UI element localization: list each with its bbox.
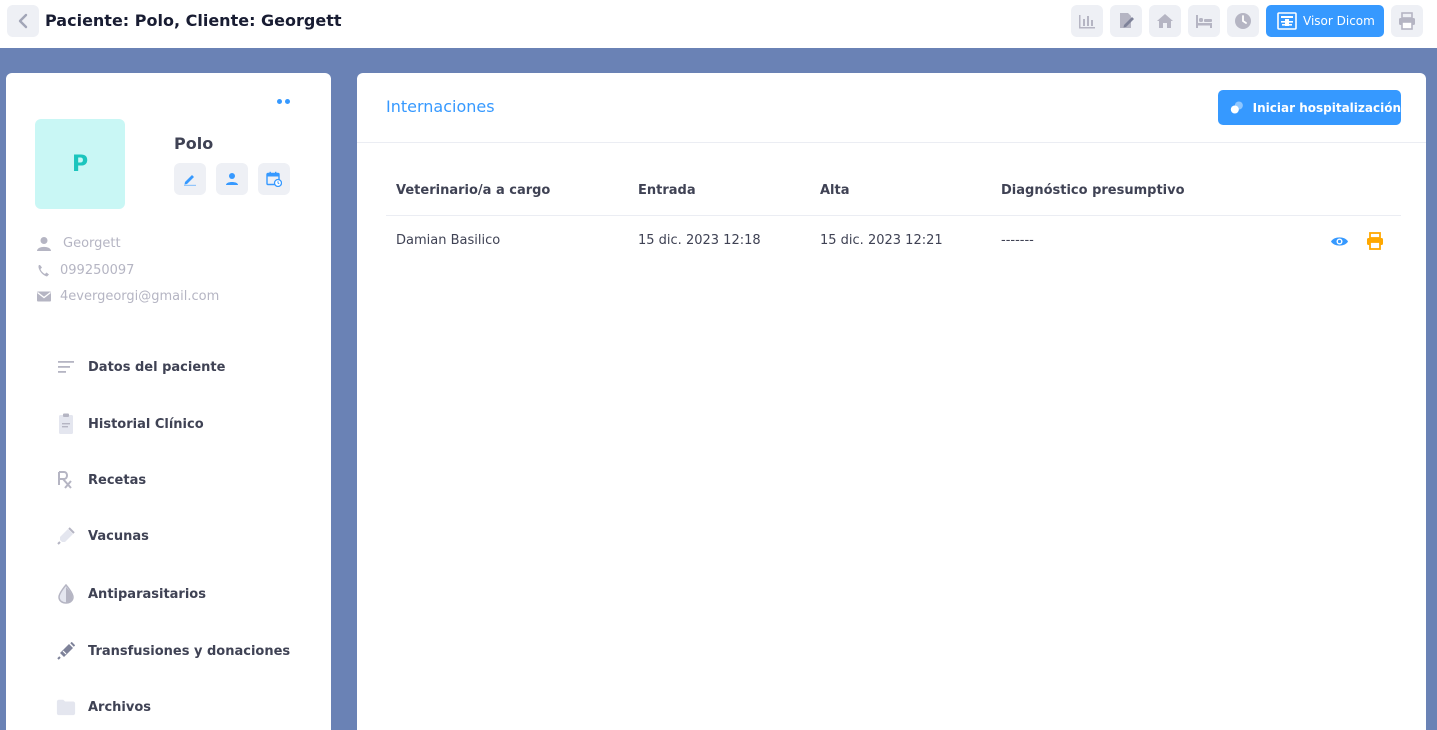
dicom-icon [1277, 12, 1297, 30]
start-hospitalization-button[interactable]: Iniciar hospitalización [1218, 90, 1401, 125]
phone-row: 099250097 [36, 263, 134, 278]
history-button[interactable] [1227, 5, 1259, 37]
mail-icon [37, 291, 51, 302]
chevron-left-icon [18, 13, 28, 29]
avatar: P [35, 119, 125, 209]
nav-item-label: Antiparasitarios [88, 586, 206, 602]
schedule-button[interactable] [258, 163, 290, 195]
print-icon [1399, 12, 1415, 30]
view-button[interactable] [1329, 232, 1349, 250]
bed-icon [1196, 15, 1212, 28]
card-title: Internaciones [386, 97, 495, 116]
dot-icon [285, 99, 290, 104]
print-icon [1367, 232, 1383, 250]
column-header-alta: Alta [820, 183, 850, 198]
drop-icon [56, 583, 76, 605]
calendar-clock-icon [266, 171, 282, 187]
print-row-button[interactable] [1365, 232, 1385, 250]
client-row: Georgett [36, 236, 121, 251]
top-bar: Paciente: Polo, Cliente: Georgett Visor … [0, 0, 1437, 48]
patient-name: Polo [174, 134, 214, 153]
phone-icon [38, 265, 49, 277]
patient-actions [174, 163, 290, 195]
divider [357, 142, 1426, 143]
divider [386, 215, 1401, 216]
nav-item-label: Archivos [88, 699, 152, 715]
column-header-entrada: Entrada [638, 183, 696, 198]
column-header-vet: Veterinario/a a cargo [396, 183, 551, 198]
nav-item-label: Vacunas [88, 528, 149, 544]
edit-document-button[interactable] [1110, 5, 1142, 37]
email-row: 4evergeorgi@gmail.com [36, 289, 219, 304]
toggle-icon [1230, 101, 1243, 114]
nav-item-label: Recetas [88, 472, 147, 488]
edit-patient-button[interactable] [174, 163, 206, 195]
back-button[interactable] [7, 5, 39, 37]
cell-vet: Damian Basilico [396, 233, 501, 248]
start-hospitalization-label: Iniciar hospitalización [1252, 100, 1401, 115]
hospitalizations-card: Internaciones Iniciar hospitalización Ve… [357, 73, 1426, 730]
nav-item-recetas[interactable]: Recetas [56, 469, 146, 491]
home-icon [1157, 14, 1173, 28]
chart-icon [1079, 15, 1095, 29]
clock-icon [1235, 13, 1251, 29]
nav-item-vacunas[interactable]: Vacunas [56, 525, 149, 547]
client-email: 4evergeorgi@gmail.com [60, 289, 220, 304]
user-icon [37, 237, 51, 251]
patient-card: P Polo Georgett 099250097 4evergeorgi@gm… [6, 73, 331, 730]
list-icon [56, 356, 76, 378]
more-options-button[interactable] [277, 99, 290, 104]
nav-item-label: Historial Clínico [88, 416, 204, 432]
nav-item-label: Datos del paciente [88, 359, 226, 375]
home-button[interactable] [1149, 5, 1181, 37]
nav-item-antiparasitarios[interactable]: Antiparasitarios [56, 583, 206, 605]
clipboard-icon [56, 413, 76, 435]
dicom-button-label: Visor Dicom [1303, 14, 1375, 28]
eye-icon [1330, 236, 1348, 246]
dicom-viewer-button[interactable]: Visor Dicom [1266, 5, 1384, 37]
edit-document-icon [1120, 13, 1134, 28]
client-phone: 099250097 [60, 263, 135, 278]
cell-diagnostico: ------- [1001, 233, 1034, 248]
client-name: Georgett [63, 236, 121, 251]
nav-item-datos-paciente[interactable]: Datos del paciente [56, 356, 225, 378]
rx-icon [56, 469, 76, 491]
print-button[interactable] [1391, 5, 1423, 37]
nav-item-historial-clinico[interactable]: Historial Clínico [56, 413, 204, 435]
user-icon [226, 173, 238, 185]
column-header-diagnostico: Diagnóstico presumptivo [1001, 183, 1185, 198]
pencil-icon [184, 175, 196, 186]
bed-button[interactable] [1188, 5, 1220, 37]
client-button[interactable] [216, 163, 248, 195]
folder-icon [56, 696, 76, 718]
nav-item-label: Transfusiones y donaciones [88, 643, 291, 659]
syringe-icon [56, 525, 76, 547]
injection-icon [56, 640, 76, 662]
nav-item-transfusiones[interactable]: Transfusiones y donaciones [56, 640, 290, 662]
cell-entrada: 15 dic. 2023 12:18 [638, 233, 761, 248]
cell-alta: 15 dic. 2023 12:21 [820, 233, 943, 248]
page-title: Paciente: Polo, Cliente: Georgett [45, 11, 342, 30]
chart-button[interactable] [1071, 5, 1103, 37]
dot-icon [277, 99, 282, 104]
nav-item-archivos[interactable]: Archivos [56, 696, 151, 718]
